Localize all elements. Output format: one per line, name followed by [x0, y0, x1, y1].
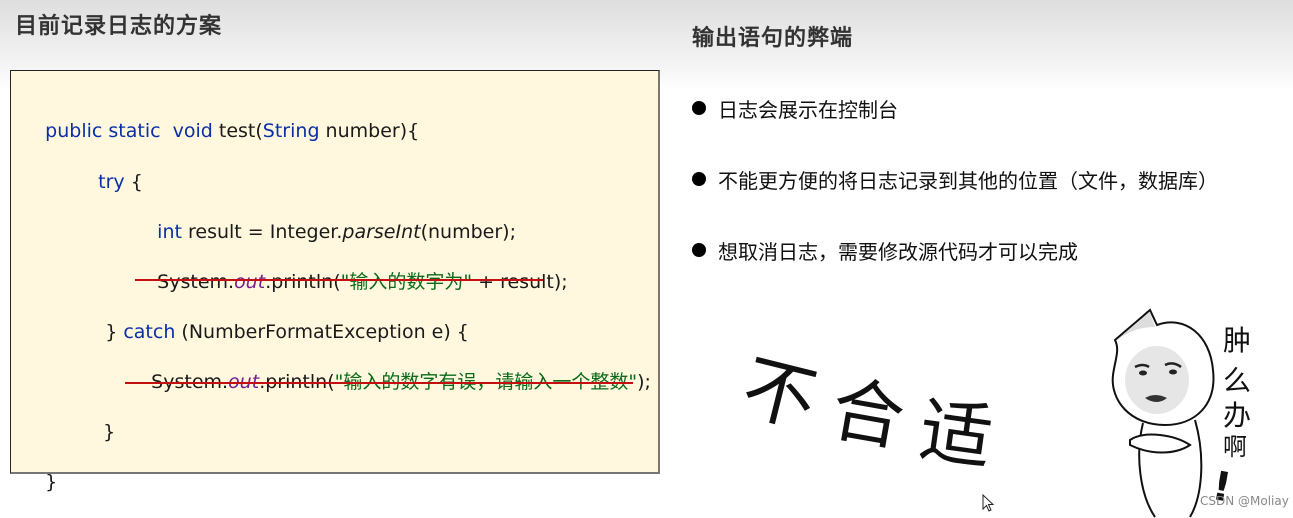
code-keyword: try	[98, 171, 125, 193]
code-static-field: out	[234, 271, 266, 293]
meme-figure-char: 啊	[1223, 433, 1247, 461]
code-keyword: int	[157, 221, 182, 243]
meme-char: 适	[914, 387, 998, 481]
code-snippet-box: public static void test(String number){ …	[10, 70, 660, 493]
code-text: );	[637, 371, 651, 393]
code-method: parseInt	[342, 221, 421, 243]
meme-character-image: 肿 么 办 啊 !	[1111, 308, 1251, 518]
meme-figure-char: 肿	[1223, 324, 1251, 357]
bullet-item: 想取消日志，需要修改源代码才可以完成	[692, 236, 1078, 265]
meme-figure-char: 办	[1223, 399, 1251, 432]
code-string: "输入的数字为"	[340, 271, 473, 293]
bullet-text: 想取消日志，需要修改源代码才可以完成	[718, 240, 1078, 264]
code-text: .println(	[265, 271, 341, 293]
code-keyword: catch	[123, 321, 176, 343]
code-text: }	[103, 421, 116, 443]
bullet-text: 日志会展示在控制台	[718, 98, 898, 122]
mouse-cursor-icon	[982, 494, 995, 512]
code-text: {	[124, 171, 143, 193]
watermark: CSDN @Moliay	[1200, 494, 1289, 508]
red-underline	[125, 382, 633, 384]
bullet-item: 不能更方便的将日志记录到其他的位置（文件，数据库）	[692, 165, 1218, 194]
bullet-icon	[692, 243, 706, 257]
right-section-title: 输出语句的弊端	[692, 26, 854, 51]
code-type: String	[262, 120, 320, 142]
code-line-close-method: }	[21, 446, 57, 518]
meme-char: 合	[825, 366, 911, 462]
code-keyword: public static void	[45, 120, 213, 142]
code-text: (NumberFormatException e) {	[175, 321, 469, 343]
code-text: }	[45, 471, 58, 493]
code-text: }	[99, 321, 124, 343]
meme-char: 不	[734, 344, 825, 444]
meme-caption: 不 合 适	[734, 344, 1005, 480]
meme-figure-char: 么	[1223, 364, 1251, 397]
bullet-icon	[692, 101, 706, 115]
bullet-text: 不能更方便的将日志记录到其他的位置（文件，数据库）	[718, 169, 1218, 193]
code-line-close-catch: }	[79, 396, 115, 468]
code-text: (number);	[420, 221, 516, 243]
code-text: result = Integer.	[181, 221, 343, 243]
code-text: System.	[157, 271, 235, 293]
bullet-item: 日志会展示在控制台	[692, 94, 898, 123]
red-underline	[135, 279, 543, 281]
left-section-title: 目前记录日志的方案	[15, 14, 223, 39]
bullet-icon	[692, 172, 706, 186]
code-text: number){	[319, 120, 420, 142]
code-text: test(	[212, 120, 263, 142]
code-text: + result);	[472, 271, 568, 293]
